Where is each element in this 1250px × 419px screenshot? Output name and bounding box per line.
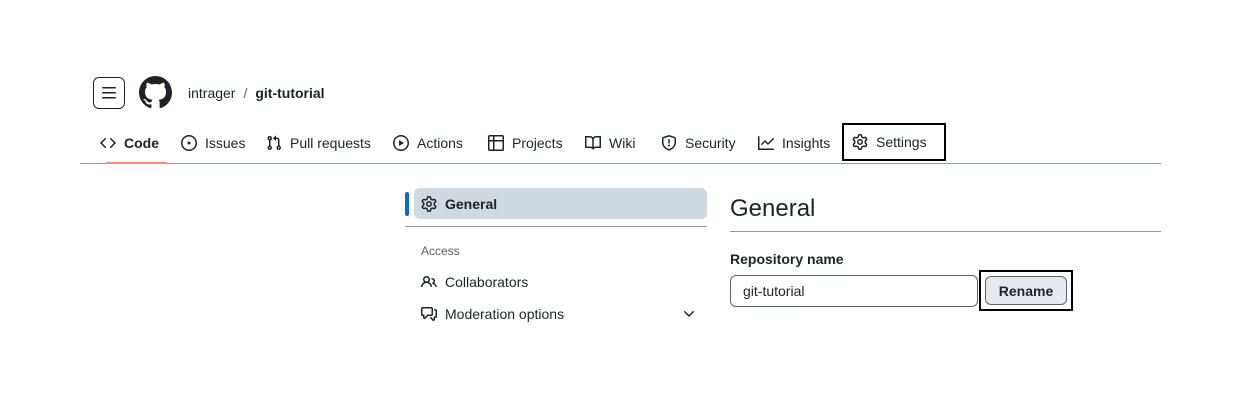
sidebar-divider [405, 226, 707, 227]
breadcrumb: intrager / git-tutorial [188, 84, 325, 102]
rename-button[interactable]: Rename [985, 276, 1067, 305]
tab-pull-requests[interactable]: Pull requests [258, 122, 379, 163]
graph-icon [758, 135, 774, 150]
tab-settings-label: Settings [876, 134, 927, 150]
breadcrumb-owner-link[interactable]: intrager [188, 85, 235, 101]
tab-actions-label: Actions [417, 134, 463, 151]
github-mark-icon[interactable] [139, 76, 172, 109]
sidebar-item-general[interactable]: General [405, 188, 707, 219]
sidebar-item-general-body: General [414, 188, 707, 219]
page-title-divider [730, 231, 1161, 232]
repo-tab-nav: Code Issues Pull requests Actions Projec… [80, 122, 1161, 164]
gear-icon [421, 195, 437, 212]
issue-opened-icon [181, 134, 197, 151]
menu-button[interactable] [93, 77, 125, 109]
tab-pull-requests-label: Pull requests [290, 134, 371, 151]
people-icon [421, 275, 437, 288]
tab-security[interactable]: Security [653, 122, 744, 163]
sidebar-active-indicator [405, 192, 409, 216]
three-bars-icon [102, 87, 116, 99]
play-icon [393, 134, 409, 151]
tab-wiki-label: Wiki [609, 134, 636, 151]
tab-actions[interactable]: Actions [385, 122, 471, 163]
repository-name-input[interactable] [730, 275, 978, 307]
tab-code[interactable]: Code [92, 122, 167, 164]
tab-settings[interactable]: Settings [842, 123, 946, 161]
git-pull-request-icon [267, 135, 282, 150]
repository-name-label: Repository name [730, 251, 844, 267]
tab-projects[interactable]: Projects [480, 122, 571, 163]
sidebar-item-moderation-options[interactable]: Moderation options [421, 304, 701, 324]
tab-issues-label: Issues [205, 134, 246, 151]
tab-projects-label: Projects [512, 134, 563, 151]
tab-code-label: Code [124, 134, 159, 151]
book-icon [585, 135, 601, 149]
page-title: General [730, 195, 816, 222]
sidebar-item-collaborators-label: Collaborators [445, 274, 529, 290]
breadcrumb-separator: / [243, 85, 248, 101]
tab-insights[interactable]: Insights [750, 122, 838, 163]
comment-discussion-icon [421, 307, 437, 321]
gear-icon [852, 134, 868, 150]
tab-insights-label: Insights [782, 134, 831, 151]
code-icon [100, 137, 116, 148]
rename-button-highlight: Rename [979, 270, 1073, 311]
tab-issues[interactable]: Issues [173, 122, 253, 163]
shield-icon [662, 134, 676, 151]
tab-wiki[interactable]: Wiki [577, 122, 643, 163]
tab-security-label: Security [685, 134, 736, 151]
sidebar-section-heading-access: Access [421, 244, 460, 258]
sidebar-item-moderation-options-label: Moderation options [445, 306, 565, 322]
sidebar-item-collaborators[interactable]: Collaborators [421, 272, 701, 292]
chevron-down-icon[interactable] [681, 306, 697, 322]
breadcrumb-repo-link[interactable]: git-tutorial [255, 85, 324, 101]
sidebar-item-general-label: General [445, 195, 498, 212]
table-icon [488, 134, 504, 151]
